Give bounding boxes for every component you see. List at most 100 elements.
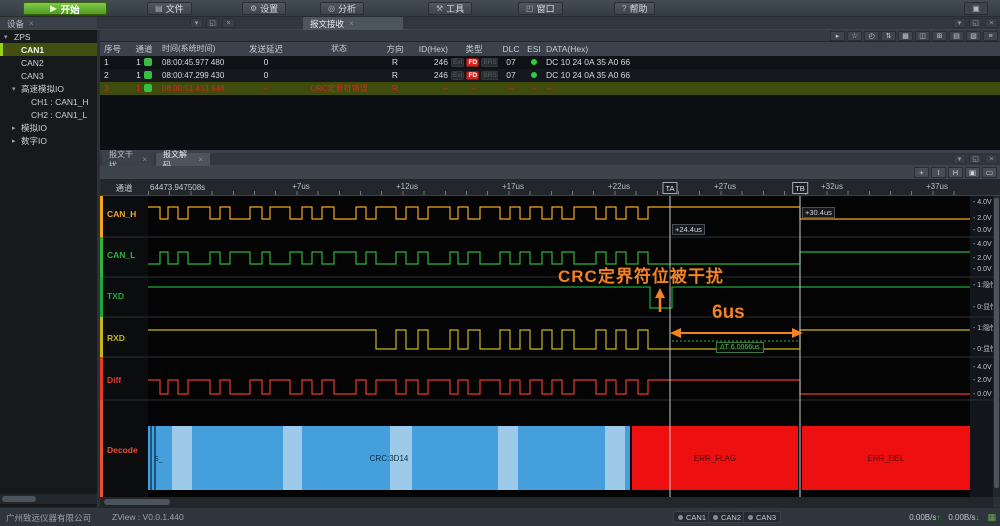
col-type[interactable]: 类型 xyxy=(450,42,498,55)
screenshot-button[interactable]: ▣ xyxy=(964,2,988,15)
snapshot-icon[interactable]: ▣ xyxy=(965,167,980,178)
waveform-view[interactable]: CRC:3D14S_ERR_FLAGERR_DEL CRC定界符位被干扰 6us… xyxy=(100,196,1000,497)
close-icon[interactable]: × xyxy=(349,19,354,28)
menu-file-button[interactable]: ▤文件 xyxy=(147,2,192,15)
close-icon[interactable]: × xyxy=(29,19,34,28)
dropdown-icon[interactable]: ▾ xyxy=(190,18,203,28)
status-badge-can1[interactable]: CAN1 xyxy=(673,511,711,523)
timeline-ticks xyxy=(148,191,970,195)
channel-dot-icon xyxy=(678,515,683,520)
zoom-in-icon[interactable]: + xyxy=(914,167,929,178)
col-direction[interactable]: 方向 xyxy=(378,42,412,55)
col-channel[interactable]: 通道 xyxy=(128,42,160,55)
tab-message-disturb[interactable]: 报文干扰× xyxy=(102,153,154,166)
dropdown-icon[interactable]: ▾ xyxy=(953,154,966,164)
dropdown-icon[interactable]: ▾ xyxy=(953,18,966,28)
table-row[interactable]: 2 1 08:00:47.299 430 0 R 246 ExtFDBRS 07… xyxy=(100,69,1000,82)
col-no[interactable]: 序号 xyxy=(102,42,128,55)
col-dlc[interactable]: DLC xyxy=(500,42,522,55)
menu-settings-button[interactable]: ⚙设置 xyxy=(242,2,286,15)
cell-delay: 0 xyxy=(234,56,298,69)
scrollbar-thumb[interactable] xyxy=(2,496,36,502)
message-dock-controls: ▾◱× xyxy=(953,18,998,28)
wave-vertical-scrollbar[interactable] xyxy=(993,196,1000,497)
close-icon[interactable]: × xyxy=(142,155,147,164)
playback-icon[interactable]: ▸ xyxy=(830,31,845,41)
chevron-right-icon[interactable]: ▸ xyxy=(12,137,16,145)
status-badge-can2[interactable]: CAN2 xyxy=(708,511,746,523)
timeline-label: +22us xyxy=(608,182,630,191)
scrollbar-thumb[interactable] xyxy=(994,198,999,488)
app-version: ZView : V0.0.1.440 xyxy=(112,512,184,522)
col-esi[interactable]: ESI xyxy=(524,42,544,55)
col-data[interactable]: DATA(Hex) xyxy=(546,42,986,55)
scrollbar-thumb[interactable] xyxy=(104,499,170,505)
sidebar-scrollbar[interactable] xyxy=(0,494,97,504)
filter-icon[interactable]: ▧ xyxy=(966,31,981,41)
tree-item-can3[interactable]: CAN3 xyxy=(0,69,97,82)
tab-device[interactable]: 设备× xyxy=(0,17,97,30)
close-icon[interactable]: × xyxy=(985,154,998,164)
fit-horizontal-icon[interactable]: H xyxy=(948,167,963,178)
col-time[interactable]: 时间(系统时间) xyxy=(162,42,234,55)
float-icon[interactable]: ◱ xyxy=(969,154,982,164)
tree-item-zps[interactable]: ▾ZPS xyxy=(0,30,97,43)
column-icon[interactable]: ◫ xyxy=(915,31,930,41)
start-button[interactable]: ▶开始 xyxy=(23,2,107,15)
scroll-icon[interactable]: ⇅ xyxy=(881,31,896,41)
close-icon[interactable]: × xyxy=(985,18,998,28)
cursor-icon[interactable]: I xyxy=(931,167,946,178)
folder-icon: ▤ xyxy=(155,4,163,13)
wave-toolbar: + I H ▣ ▭ xyxy=(100,166,1000,180)
table-row[interactable]: 1 1 08:00:45.977 480 0 R 246 ExtFDBRS 07… xyxy=(100,56,1000,69)
timeline-label: +7us xyxy=(292,182,310,191)
chevron-right-icon[interactable]: ▸ xyxy=(12,124,16,132)
status-badge-can3[interactable]: CAN3 xyxy=(743,511,781,523)
cursor-tag-ta[interactable]: TA xyxy=(662,182,677,194)
grid-icon[interactable]: ▦ xyxy=(898,31,913,41)
float-icon[interactable]: ◱ xyxy=(969,18,982,28)
close-icon[interactable]: × xyxy=(222,18,235,28)
col-delay[interactable]: 发送延迟 xyxy=(234,42,298,55)
tree-item-hs-analog-io[interactable]: ▾高速模拟IO xyxy=(0,82,97,95)
wave-horizontal-scrollbar[interactable] xyxy=(100,497,993,507)
menu-tools-button[interactable]: ⚒工具 xyxy=(428,2,472,15)
menu-window-button[interactable]: ◰窗口 xyxy=(518,2,563,15)
table-empty-area xyxy=(100,95,1000,150)
tree-item-can1[interactable]: CAN1 xyxy=(0,43,97,56)
chevron-down-icon[interactable]: ▾ xyxy=(12,85,16,93)
add-panel-icon[interactable]: ⊞ xyxy=(932,31,947,41)
channel-chip-icon xyxy=(144,71,152,79)
menu-icon[interactable]: ≡ xyxy=(983,31,998,41)
col-status[interactable]: 状态 xyxy=(300,42,378,55)
close-icon[interactable]: × xyxy=(198,155,203,164)
svg-text:ERR_FLAG: ERR_FLAG xyxy=(694,454,736,463)
tree-item-ch2[interactable]: CH2 : CAN1_L xyxy=(0,108,97,121)
download-rate: 0.00B/s↓ xyxy=(948,513,979,522)
table-row-error[interactable]: 3 1 08:00:51.433 548 -- CRC定界符错误 R -- --… xyxy=(100,82,1000,95)
collapse-icon[interactable]: ▭ xyxy=(982,167,997,178)
float-icon[interactable]: ◱ xyxy=(206,18,219,28)
channel-dot-icon xyxy=(713,515,718,520)
tree-item-ch1[interactable]: CH1 : CAN1_H xyxy=(0,95,97,108)
cursor-tag-tb[interactable]: TB xyxy=(792,182,808,194)
tab-message-decode[interactable]: 报文解码× xyxy=(156,153,210,166)
cell-type: -- xyxy=(450,82,498,95)
device-dock-controls: ▾◱× xyxy=(190,18,235,28)
list-icon[interactable]: ▤ xyxy=(949,31,964,41)
col-id[interactable]: ID(Hex) xyxy=(414,42,448,55)
menu-analysis-button[interactable]: ◎分析 xyxy=(320,2,364,15)
timeline-ruler[interactable]: 通道 64473.947508s +7us+12us+17us+22us+27u… xyxy=(100,180,1000,196)
tree-item-analog-io[interactable]: ▸模拟IO xyxy=(0,121,97,134)
cell-no: 1 xyxy=(102,56,128,69)
analysis-icon: ◎ xyxy=(328,4,335,13)
tree-item-digital-io[interactable]: ▸数字IO xyxy=(0,134,97,147)
cell-id: 246 xyxy=(414,69,448,82)
timer-icon[interactable]: ◴ xyxy=(864,31,879,41)
tree-item-can2[interactable]: CAN2 xyxy=(0,56,97,69)
chevron-down-icon[interactable]: ▾ xyxy=(4,33,8,41)
menu-help-button[interactable]: ?帮助 xyxy=(614,2,655,15)
star-icon[interactable]: ☆ xyxy=(847,31,862,41)
data-rates: 0.00B/s↑ 0.00B/s↓ ▦ xyxy=(909,512,996,523)
tab-message-receive[interactable]: 报文接收× xyxy=(303,17,403,30)
